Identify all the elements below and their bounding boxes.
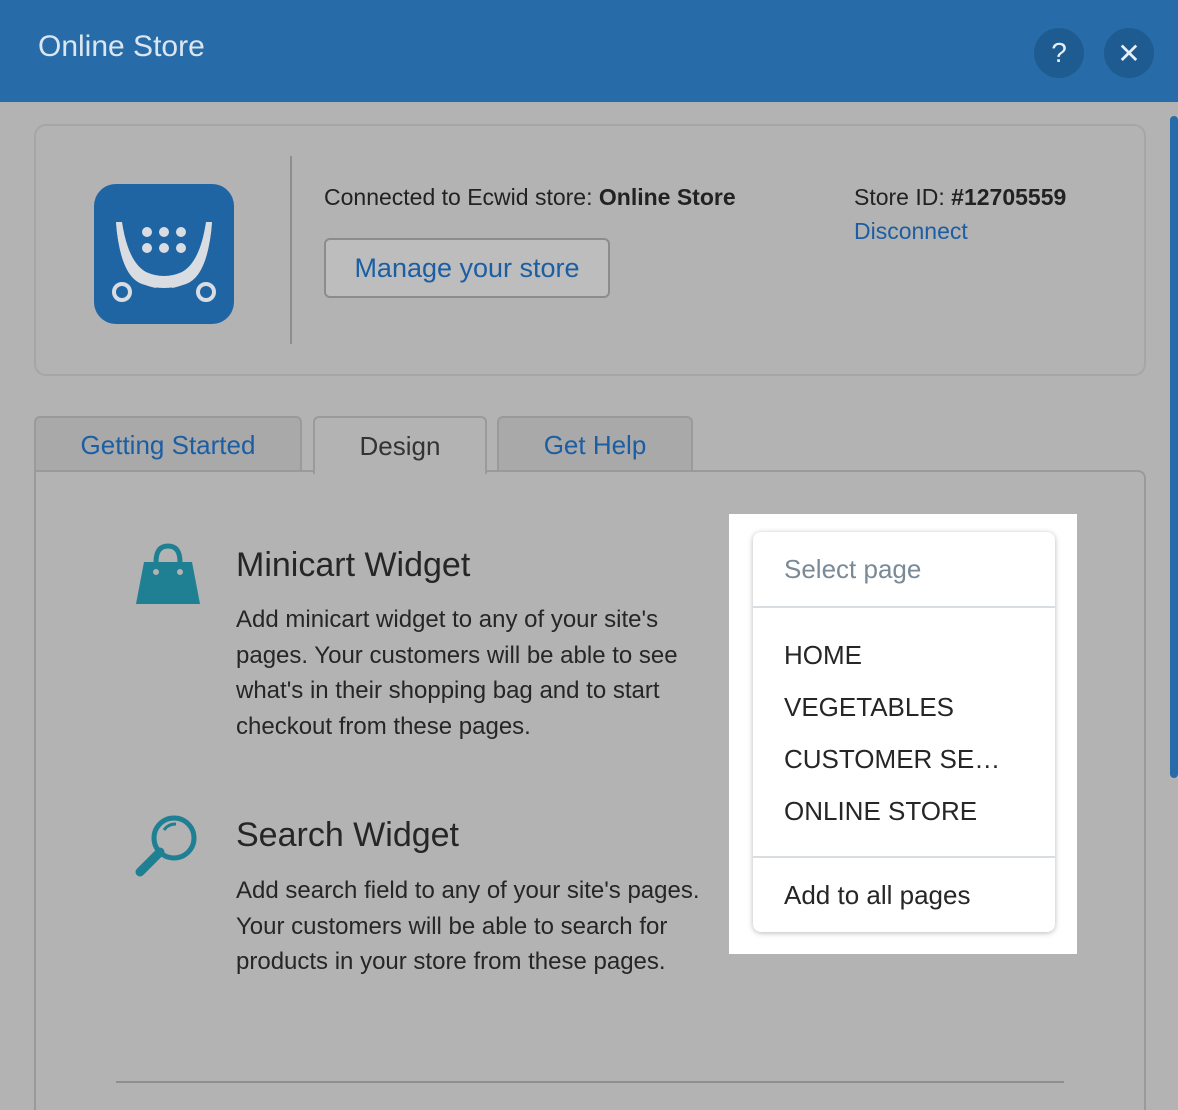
store-id-value: #12705559 — [951, 184, 1067, 210]
dropdown-item-vegetables[interactable]: VEGETABLES — [784, 692, 954, 723]
connected-prefix: Connected to Ecwid store: — [324, 184, 599, 210]
ecwid-logo — [94, 184, 234, 324]
shopping-bag-icon — [136, 543, 200, 604]
magnifier-icon — [135, 815, 197, 877]
dropdown-item-home[interactable]: HOME — [784, 640, 862, 671]
cart-icon — [112, 222, 216, 302]
window-title: Online Store — [38, 30, 205, 63]
dropdown-item-online-store[interactable]: ONLINE STORE — [784, 796, 977, 827]
search-widget-description: Add search field to any of your site's p… — [236, 877, 700, 975]
dropdown-separator — [753, 606, 1055, 608]
tab-getting-started[interactable]: Getting Started — [34, 416, 302, 472]
scrollbar[interactable] — [1170, 116, 1178, 778]
minicart-widget-description: Add minicart widget to any of your site'… — [236, 606, 678, 740]
store-id-prefix: Store ID: — [854, 184, 952, 210]
dropdown-item-customer-service[interactable]: CUSTOMER SE… — [784, 744, 1000, 775]
select-page-dropdown[interactable]: Select page HOME VEGETABLES CUSTOMER SE…… — [753, 532, 1055, 932]
tab-get-help[interactable]: Get Help — [497, 416, 693, 472]
search-widget-title: Search Widget — [236, 816, 459, 854]
help-button[interactable]: ? — [1034, 28, 1084, 78]
question-icon: ? — [1051, 37, 1067, 68]
dropdown-header: Select page — [784, 554, 922, 584]
vertical-divider — [290, 156, 292, 344]
store-id: Store ID: #12705559 — [854, 184, 1066, 211]
minicart-widget-title: Minicart Widget — [236, 546, 471, 584]
disconnect-link[interactable]: Disconnect — [854, 218, 968, 245]
manage-store-button[interactable]: Manage your store — [324, 238, 610, 298]
store-name: Online Store — [598, 184, 736, 210]
tab-design[interactable]: Design — [313, 416, 487, 474]
store-connection-card: Connected to Ecwid store: Online Store M… — [34, 124, 1146, 376]
section-divider — [116, 1081, 1064, 1083]
close-icon: ✕ — [1117, 37, 1141, 69]
dropdown-item-add-all[interactable]: Add to all pages — [784, 880, 970, 911]
connection-status: Connected to Ecwid store: Online Store — [324, 184, 736, 211]
dropdown-separator — [753, 856, 1055, 858]
title-bar: Online Store ? ✕ — [0, 0, 1178, 102]
close-button[interactable]: ✕ — [1104, 28, 1154, 78]
